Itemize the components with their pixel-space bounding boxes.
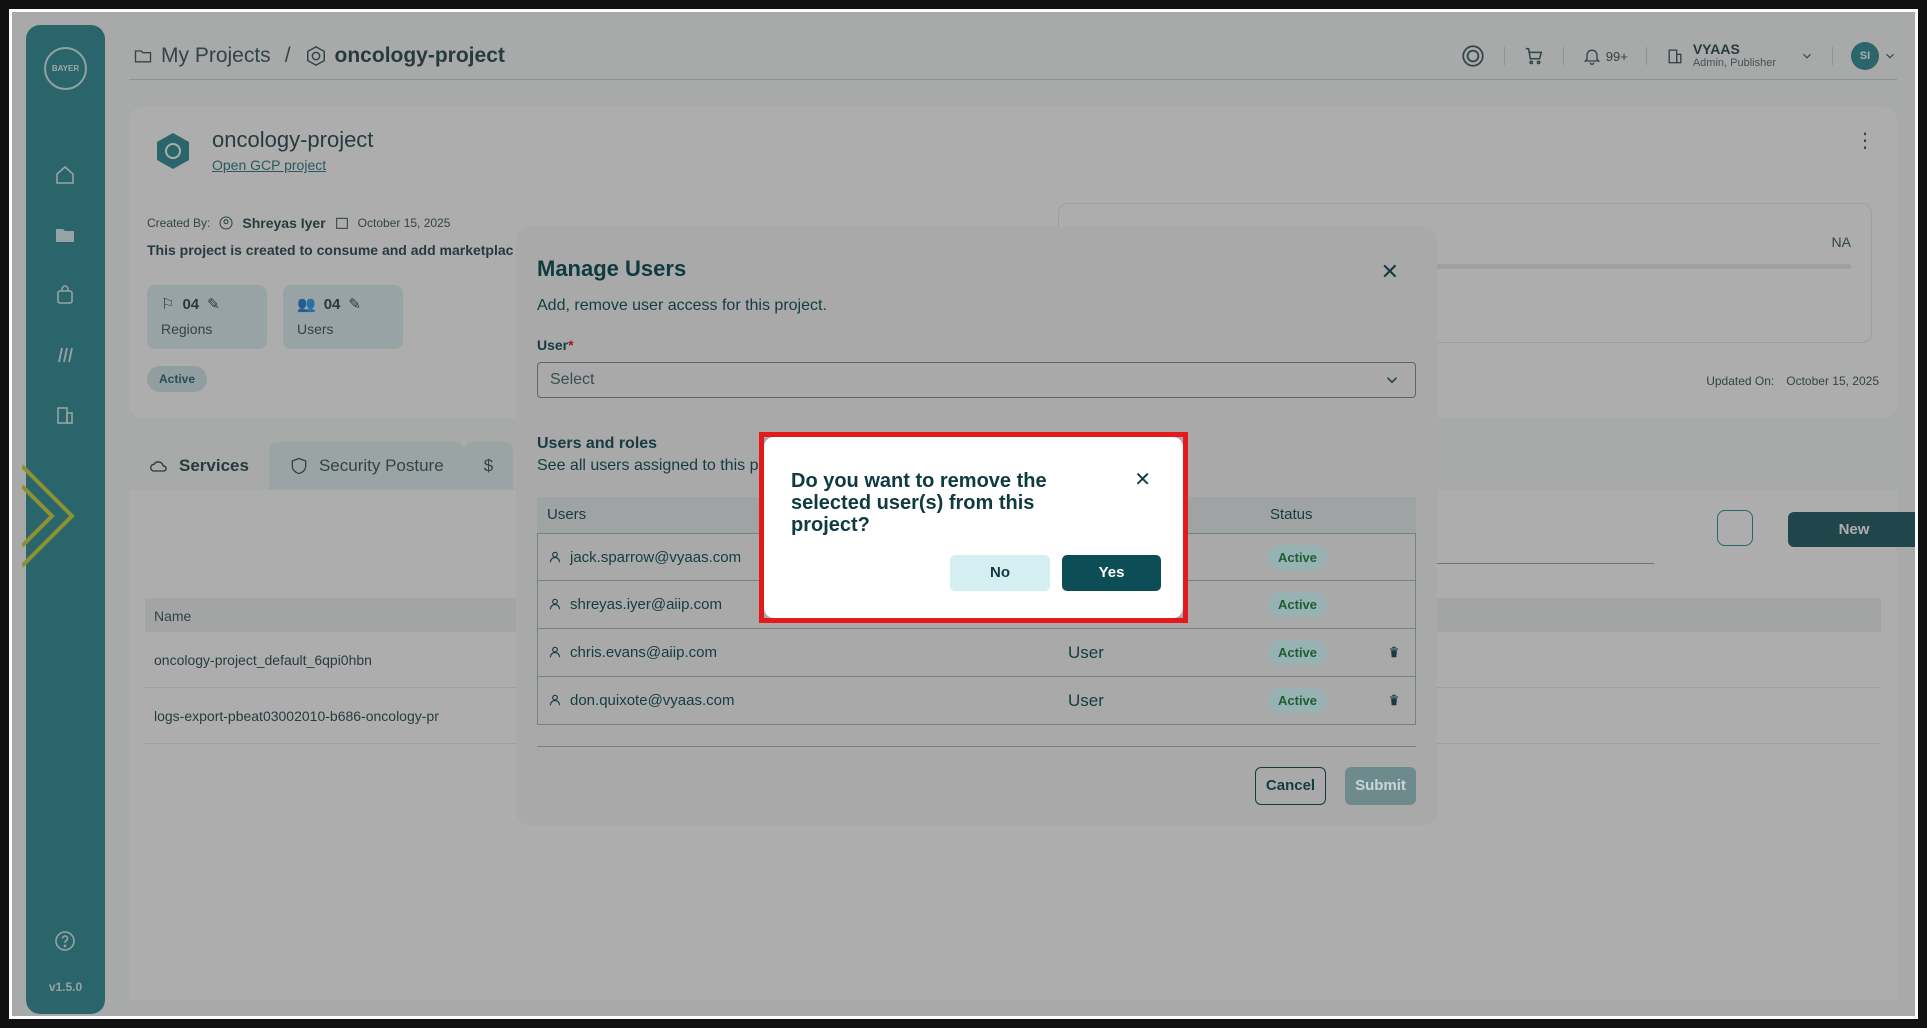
user-icon <box>549 694 561 706</box>
select-placeholder: Select <box>550 371 595 388</box>
user-email: don.quixote@vyaas.com <box>570 692 735 709</box>
table-row: don.quixote@vyaas.com User Active <box>537 677 1416 725</box>
app-window: BAYER v1.5.0 My Projects / oncology-proj… <box>12 12 1915 1016</box>
trash-icon[interactable] <box>1387 645 1401 659</box>
section-subtitle: See all users assigned to this p <box>537 457 759 474</box>
status-column-header: Status <box>1270 506 1313 523</box>
user-icon <box>549 551 561 563</box>
confirm-question: Do you want to remove the selected user(… <box>791 470 1047 536</box>
user-icon <box>549 646 561 658</box>
close-icon[interactable]: ✕ <box>1381 259 1399 285</box>
modal-subtitle: Add, remove user access for this project… <box>537 297 827 314</box>
status-badge: Active <box>1268 688 1328 713</box>
table-row: chris.evans@aiip.com User Active <box>537 629 1416 677</box>
app-frame: BAYER v1.5.0 My Projects / oncology-proj… <box>0 0 1927 1028</box>
user-field-label: User* <box>537 337 574 353</box>
yes-button[interactable]: Yes <box>1062 555 1161 591</box>
modal-title: Manage Users <box>537 256 687 281</box>
chevron-down-icon <box>1386 377 1398 384</box>
section-title: Users and roles <box>537 435 658 452</box>
close-icon[interactable]: ✕ <box>1134 467 1151 492</box>
user-icon <box>549 598 561 610</box>
user-email: chris.evans@aiip.com <box>570 644 717 661</box>
users-column-header: Users <box>547 506 587 523</box>
divider <box>537 746 1416 747</box>
no-button[interactable]: No <box>950 555 1050 591</box>
user-email: shreyas.iyer@aiip.com <box>570 596 722 613</box>
submit-button[interactable]: Submit <box>1345 767 1416 805</box>
status-badge: Active <box>1268 592 1328 617</box>
confirm-remove-dialog: Do you want to remove the selected user(… <box>764 437 1183 618</box>
user-select[interactable]: Select <box>537 362 1416 398</box>
user-role: User <box>1068 691 1104 710</box>
trash-icon[interactable] <box>1387 693 1401 707</box>
user-email: jack.sparrow@vyaas.com <box>570 549 742 566</box>
status-badge: Active <box>1268 545 1328 570</box>
cancel-button[interactable]: Cancel <box>1255 767 1326 805</box>
status-badge: Active <box>1268 640 1328 665</box>
user-role: User <box>1068 643 1104 662</box>
